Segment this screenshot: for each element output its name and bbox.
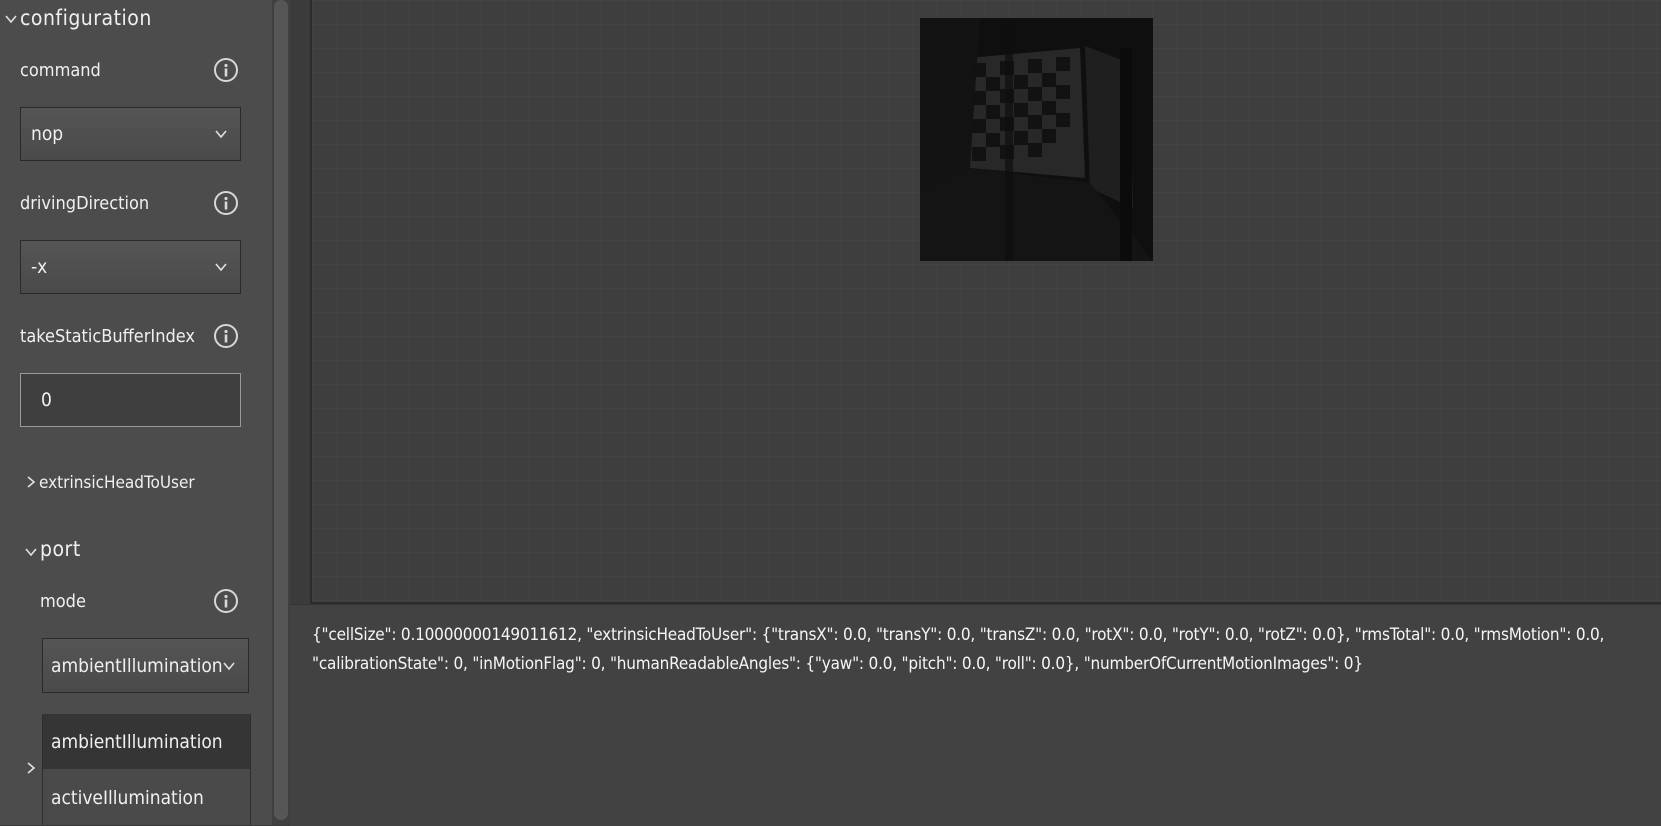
take-static-buffer-index-input[interactable]: 0 [20, 373, 241, 427]
chevron-right-icon[interactable] [24, 761, 38, 775]
mode-value: ambientIllumination [51, 654, 223, 677]
info-icon[interactable] [214, 58, 238, 82]
command-value: nop [31, 123, 64, 145]
configuration-panel: configuration command nop drivingDirecti… [0, 0, 272, 825]
info-icon[interactable] [214, 324, 238, 348]
info-icon[interactable] [214, 191, 238, 215]
chevron-right-icon[interactable] [24, 475, 38, 489]
configuration-title[interactable]: configuration [20, 7, 152, 29]
mode-option-ambient-illumination[interactable]: ambientIllumination [43, 714, 250, 769]
option-label: activeIllumination [51, 786, 204, 809]
mode-options-list: ambientIllumination activeIllumination [42, 714, 251, 825]
info-icon[interactable] [214, 589, 238, 613]
chevron-down-icon[interactable] [4, 12, 18, 26]
chevron-down-icon [214, 127, 228, 141]
driving-direction-select[interactable]: -x [20, 240, 241, 294]
output-panel: {"cellSize": 0.10000000149011612, "extri… [290, 604, 1661, 826]
scrollbar-thumb[interactable] [274, 0, 288, 820]
driving-direction-value: -x [31, 256, 48, 278]
mode-label: mode [40, 591, 86, 612]
port-label[interactable]: port [40, 538, 81, 560]
take-static-buffer-index-value: 0 [41, 389, 52, 411]
json-output-text: {"cellSize": 0.10000000149011612, "extri… [312, 625, 1605, 674]
chevron-down-icon [214, 260, 228, 274]
take-static-buffer-index-label: takeStaticBufferIndex [20, 326, 195, 347]
driving-direction-label: drivingDirection [20, 193, 150, 214]
chevron-down-icon[interactable] [24, 545, 38, 559]
extrinsic-head-to-user-label[interactable]: extrinsicHeadToUser [39, 472, 195, 494]
command-label: command [20, 60, 101, 81]
command-select[interactable]: nop [20, 107, 241, 161]
chevron-down-icon [222, 659, 236, 673]
camera-image [920, 18, 1153, 261]
mode-option-active-illumination[interactable]: activeIllumination [43, 770, 250, 825]
option-label: ambientIllumination [51, 730, 223, 753]
mode-select[interactable]: ambientIllumination [42, 638, 249, 693]
